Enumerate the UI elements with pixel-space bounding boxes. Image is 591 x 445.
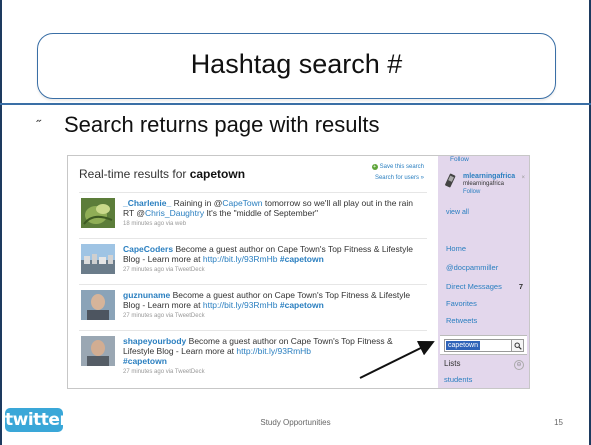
tweet-meta: 27 minutes ago via TweetDeck [123, 313, 205, 319]
results-panel: Real-time results for capetown + Save th… [68, 156, 432, 388]
tweet-user[interactable]: CapeCoders [123, 244, 173, 254]
tweet-link[interactable]: http://bit.ly/93RmHb [236, 346, 311, 356]
search-button[interactable] [511, 339, 524, 352]
avatar[interactable] [81, 290, 115, 320]
save-search-label: Save this search [379, 164, 424, 170]
tweet-text: shapeyourbody Become a guest author on C… [123, 336, 423, 377]
sidebar-item-retweets[interactable]: Retweets [446, 316, 477, 325]
sidebar-item-mentions[interactable]: @docpammiller [446, 263, 498, 272]
close-icon[interactable]: × [521, 175, 525, 181]
tweet-user[interactable]: shapeyourbody [123, 336, 186, 346]
results-query: capetown [189, 167, 246, 181]
sidebar-item-home[interactable]: Home [446, 244, 466, 253]
search-input-value: capetown [446, 341, 480, 350]
sidebar-search: capetown [440, 335, 527, 355]
follow-link[interactable]: Follow [450, 156, 469, 163]
tweet-hashtag[interactable]: #capetown [280, 300, 324, 310]
search-input[interactable]: capetown [444, 339, 513, 352]
dm-count-badge: 7 [518, 282, 523, 291]
tweet-item: guznuname Become a guest author on Cape … [79, 284, 427, 323]
profile-name[interactable]: mlearningafrica [463, 173, 515, 180]
title-box: Hashtag search # [37, 33, 556, 99]
tweet-hashtag[interactable]: #capetown [280, 254, 324, 264]
avatar[interactable] [81, 336, 115, 366]
footer-text: Study Opportunities [260, 418, 331, 427]
slide-left-border [0, 0, 2, 445]
tweet-text: _Charlenie_ Raining in @CapeTown tomorro… [123, 198, 423, 229]
results-heading: Real-time results for capetown [79, 167, 245, 181]
sidebar-item-favorites[interactable]: Favorites [446, 299, 477, 308]
lists-collapse-icon[interactable]: ⊖ [514, 360, 524, 370]
tweet-item: _Charlenie_ Raining in @CapeTown tomorro… [79, 192, 427, 231]
tweet-body: It's the "middle of September" [204, 208, 319, 218]
tweet-item: CapeCoders Become a guest author on Cape… [79, 238, 427, 277]
view-all-link[interactable]: view all [446, 209, 469, 216]
tweet-meta: 27 minutes ago via TweetDeck [123, 369, 205, 375]
avatar[interactable] [81, 244, 115, 274]
tweet-user[interactable]: guznuname [123, 290, 170, 300]
slide-title: Hashtag search # [190, 49, 403, 79]
tweet-item: shapeyourbody Become a guest author on C… [79, 330, 427, 379]
tweet-meta: 18 minutes ago via web [123, 221, 187, 227]
avatar[interactable] [81, 198, 115, 228]
tweet-mention[interactable]: CapeTown [222, 198, 262, 208]
title-rule [0, 103, 591, 105]
lists-heading: Lists [444, 359, 461, 368]
page-number: 15 [554, 418, 563, 427]
sidebar-item-direct-messages[interactable]: Direct Messages [446, 282, 502, 291]
tweet-meta: 27 minutes ago via TweetDeck [123, 267, 205, 273]
tweet-text: guznuname Become a guest author on Cape … [123, 290, 423, 321]
tweet-link[interactable]: http://bit.ly/93RmHb [203, 254, 278, 264]
bullet-text: Search returns page with results [64, 112, 380, 137]
list-item-students[interactable]: students [444, 375, 472, 384]
profile-handle: mlearningafrica [463, 181, 505, 187]
tweet-text: CapeCoders Become a guest author on Cape… [123, 244, 423, 275]
follow-button[interactable]: Follow [463, 189, 480, 195]
tweet-mention[interactable]: Chris_Daughtry [145, 208, 204, 218]
tweet-user[interactable]: _Charlenie_ [123, 198, 171, 208]
tweet-hashtag[interactable]: #capetown [123, 356, 167, 366]
phone-icon [443, 173, 457, 194]
tweet-link[interactable]: http://bit.ly/93RmHb [203, 300, 278, 310]
plus-icon: + [371, 164, 378, 170]
results-heading-prefix: Real-time results for [79, 167, 190, 181]
tweet-body: Raining in @ [171, 198, 223, 208]
save-search-link[interactable]: + Save this search [371, 164, 424, 170]
twitter-search-screenshot: Real-time results for capetown + Save th… [67, 155, 530, 389]
search-icon [514, 342, 522, 350]
sidebar: Follow mlearningafrica mlearningafrica F… [438, 156, 529, 388]
search-users-link[interactable]: Search for users » [375, 175, 424, 181]
bullet-marker: ˝ [36, 117, 41, 133]
slide: Hashtag search # ˝ Search returns page w… [0, 0, 591, 445]
